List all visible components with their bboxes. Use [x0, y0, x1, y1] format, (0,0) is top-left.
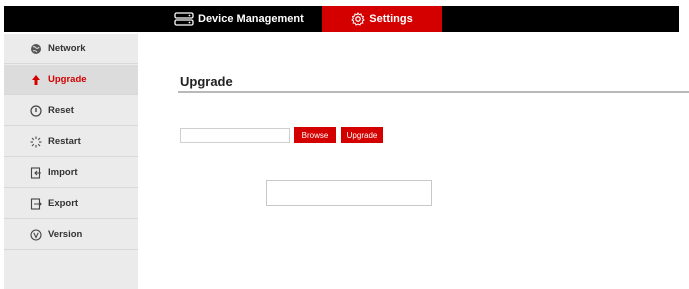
- sidebar-item-label: Export: [48, 198, 79, 209]
- version-icon: [30, 228, 42, 241]
- sidebar-item-label: Version: [48, 229, 83, 240]
- spinner-icon: [30, 136, 42, 148]
- gear-icon: [351, 12, 366, 26]
- sidebar-item-restart[interactable]: Restart: [4, 127, 138, 157]
- upgrade-status-box: [266, 180, 432, 206]
- sidebar-item-label: Network: [48, 43, 86, 54]
- sidebar-item-reset[interactable]: Reset: [4, 96, 138, 126]
- sidebar-item-upgrade[interactable]: Upgrade: [4, 65, 138, 95]
- sidebar-item-network[interactable]: Network: [4, 34, 138, 64]
- sidebar-item-export[interactable]: Export: [4, 189, 138, 219]
- file-path-input[interactable]: [180, 128, 290, 143]
- sidebar: Network Upgrade Reset Restart Import Exp…: [4, 34, 138, 289]
- tab-device-management[interactable]: Device Management: [168, 6, 322, 32]
- sidebar-item-label: Reset: [48, 105, 74, 116]
- arrow-up-icon: [30, 74, 42, 86]
- sidebar-item-version[interactable]: Version: [4, 220, 138, 250]
- sidebar-item-label: Upgrade: [48, 74, 87, 85]
- top-bar: Device Management Settings: [0, 0, 689, 34]
- upgrade-button[interactable]: Upgrade: [341, 127, 383, 143]
- tab-settings-label: Settings: [369, 13, 413, 25]
- sidebar-item-label: Import: [48, 167, 78, 178]
- server-icon: [174, 12, 194, 26]
- power-icon: [30, 104, 42, 117]
- globe-icon: [30, 43, 42, 55]
- tab-settings[interactable]: Settings: [322, 6, 442, 32]
- tab-device-management-label: Device Management: [198, 13, 304, 25]
- sidebar-item-import[interactable]: Import: [4, 158, 138, 188]
- title-divider: [178, 91, 689, 93]
- browse-button[interactable]: Browse: [294, 127, 336, 143]
- sidebar-item-label: Restart: [48, 136, 81, 147]
- page-title: Upgrade: [180, 74, 233, 89]
- import-icon: [30, 166, 42, 179]
- export-icon: [30, 197, 42, 210]
